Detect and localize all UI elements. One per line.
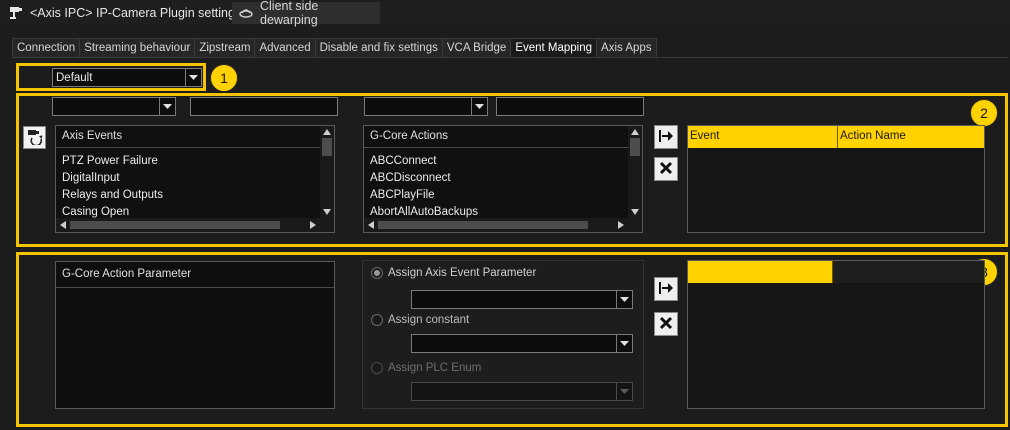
scroll-up-icon[interactable] xyxy=(631,129,639,135)
constant-dropdown[interactable] xyxy=(411,334,633,353)
tab-streaming-behaviour[interactable]: Streaming behaviour xyxy=(80,38,196,58)
tab-connection[interactable]: Connection xyxy=(12,38,81,58)
table-header: Event Action Name xyxy=(688,126,984,148)
vertical-scrollbar[interactable] xyxy=(320,126,334,218)
plugin-settings-tab[interactable]: <Axis IPC> IP-Camera Plugin settings xyxy=(2,2,248,24)
list-item[interactable]: PTZ Power Failure xyxy=(62,153,163,170)
map-event-button[interactable] xyxy=(654,125,678,149)
scroll-right-icon[interactable] xyxy=(310,221,316,229)
chevron-down-icon xyxy=(616,335,632,352)
vertical-scrollbar[interactable] xyxy=(628,126,642,218)
gcore-action-filter-dropdown[interactable] xyxy=(364,97,488,116)
profile-value: Default xyxy=(56,71,93,84)
client-dewarping-tab[interactable]: Client side dewarping xyxy=(232,0,380,27)
scroll-left-icon[interactable] xyxy=(368,221,374,229)
callout-badge-2: 2 xyxy=(970,99,998,127)
assign-constant-label: Assign constant xyxy=(388,314,470,326)
scroll-thumb[interactable] xyxy=(70,221,280,229)
scroll-up-icon[interactable] xyxy=(323,129,331,135)
axis-event-search-input[interactable] xyxy=(190,97,338,116)
remove-parameter-button[interactable] xyxy=(654,312,678,336)
remove-x-icon xyxy=(659,316,673,333)
assign-plc-enum-radio[interactable]: Assign PLC Enum xyxy=(371,362,481,374)
title-bar: <Axis IPC> IP-Camera Plugin settings Cli… xyxy=(0,0,1010,27)
axis-event-parameter-dropdown[interactable] xyxy=(411,290,633,309)
tab-axis-apps[interactable]: Axis Apps xyxy=(597,38,657,58)
scroll-left-icon[interactable] xyxy=(60,221,66,229)
tab-zipstream[interactable]: Zipstream xyxy=(195,38,256,58)
profile-dropdown[interactable]: Default xyxy=(52,68,202,87)
radio-indicator xyxy=(371,362,383,374)
map-arrow-icon xyxy=(658,281,674,298)
list-item[interactable]: ABCConnect xyxy=(370,153,478,170)
camera-refresh-button[interactable] xyxy=(23,126,46,149)
chevron-down-icon xyxy=(159,98,175,115)
scroll-down-icon[interactable] xyxy=(631,209,639,215)
chevron-down-icon xyxy=(185,69,201,86)
chevron-down-icon xyxy=(471,98,487,115)
assign-axis-event-parameter-label: Assign Axis Event Parameter xyxy=(388,267,537,279)
callout-badge-1: 1 xyxy=(210,64,238,92)
remove-x-icon xyxy=(659,161,673,178)
column-parameter[interactable] xyxy=(688,261,833,283)
assign-axis-event-parameter-radio[interactable]: Assign Axis Event Parameter xyxy=(371,267,536,279)
tab-event-mapping[interactable]: Event Mapping xyxy=(511,38,598,58)
gcore-action-search-input[interactable] xyxy=(496,97,644,116)
event-mapping-table[interactable]: Event Action Name xyxy=(687,125,985,233)
plugin-title: <Axis IPC> IP-Camera Plugin settings xyxy=(30,6,242,20)
plc-enum-dropdown[interactable] xyxy=(411,382,633,401)
column-event[interactable]: Event xyxy=(688,126,838,148)
list-item[interactable]: ABCDisconnect xyxy=(370,170,478,187)
list-item[interactable]: Relays and Outputs xyxy=(62,187,163,204)
axis-events-header: Axis Events xyxy=(56,126,334,148)
tab-disable-and-fix-settings[interactable]: Disable and fix settings xyxy=(315,38,443,58)
assign-constant-radio[interactable]: Assign constant xyxy=(371,314,469,326)
map-parameter-button[interactable] xyxy=(654,277,678,301)
parameter-mapping-table[interactable] xyxy=(687,260,985,409)
dewarp-icon xyxy=(238,5,254,22)
tab-vca-bridge[interactable]: VCA Bridge xyxy=(442,38,512,58)
horizontal-scrollbar[interactable] xyxy=(56,218,320,232)
table-header xyxy=(688,261,984,283)
remove-mapping-button[interactable] xyxy=(654,157,678,181)
gcore-action-parameter-panel[interactable]: G-Core Action Parameter xyxy=(55,261,335,409)
column-action-name[interactable]: Action Name xyxy=(838,126,984,148)
camera-refresh-icon xyxy=(26,127,44,148)
gcore-actions-list[interactable]: G-Core Actions ABCConnect ABCDisconnect … xyxy=(363,125,643,233)
scroll-thumb[interactable] xyxy=(378,221,588,229)
tab-divider xyxy=(12,57,1008,58)
dewarp-title: Client side dewarping xyxy=(260,0,319,27)
tab-advanced[interactable]: Advanced xyxy=(255,38,316,58)
column-value[interactable] xyxy=(833,261,984,283)
camera-plugin-icon xyxy=(8,4,24,23)
scroll-thumb[interactable] xyxy=(322,138,332,156)
map-arrow-icon xyxy=(658,129,674,146)
chevron-down-icon xyxy=(616,383,632,400)
parameter-header: G-Core Action Parameter xyxy=(56,262,334,288)
radio-indicator xyxy=(371,314,383,326)
scroll-down-icon[interactable] xyxy=(323,209,331,215)
scroll-thumb[interactable] xyxy=(630,138,640,156)
horizontal-scrollbar[interactable] xyxy=(364,218,628,232)
gcore-actions-header: G-Core Actions xyxy=(364,126,642,148)
axis-events-list[interactable]: Axis Events PTZ Power Failure DigitalInp… xyxy=(55,125,335,233)
settings-tabs: Connection Streaming behaviour Zipstream… xyxy=(12,38,657,58)
list-item[interactable]: DigitalInput xyxy=(62,170,163,187)
scroll-right-icon[interactable] xyxy=(618,221,624,229)
list-item[interactable]: ABCPlayFile xyxy=(370,187,478,204)
assign-plc-enum-label: Assign PLC Enum xyxy=(388,362,482,374)
radio-indicator xyxy=(371,267,383,279)
chevron-down-icon xyxy=(616,291,632,308)
axis-event-filter-dropdown[interactable] xyxy=(52,97,176,116)
